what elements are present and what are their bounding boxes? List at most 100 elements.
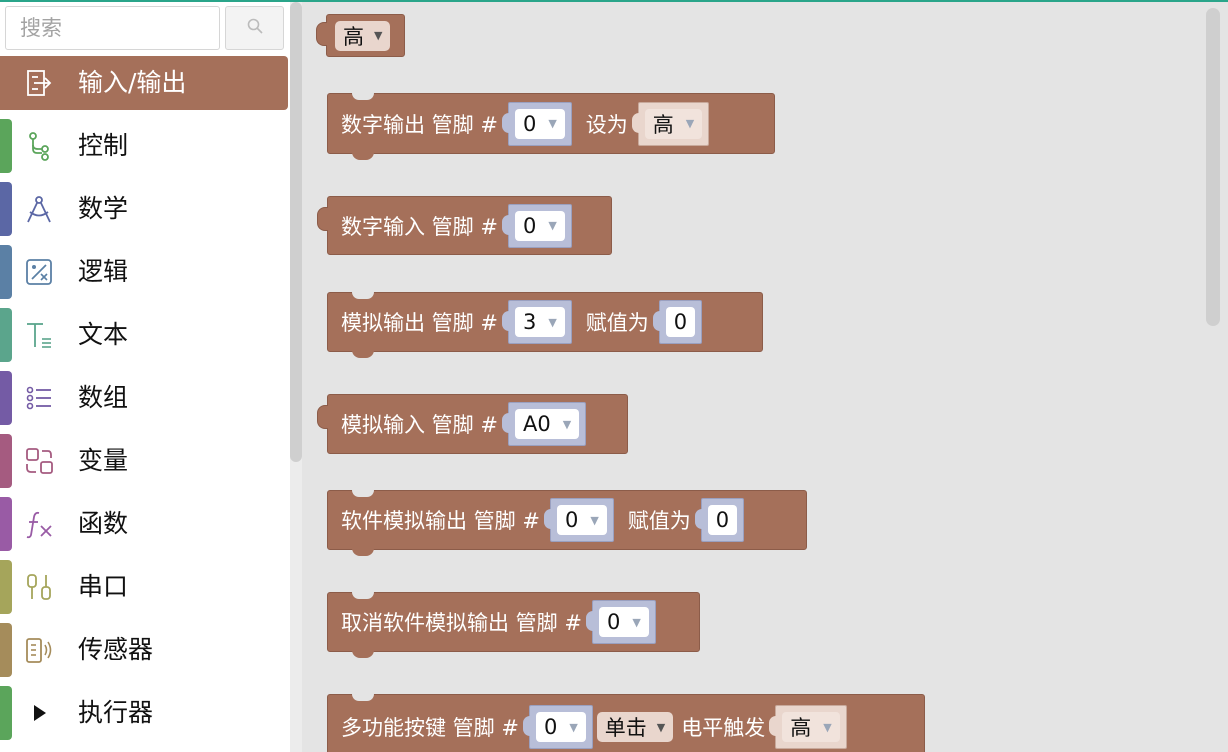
- chevron-down-icon: ▼: [548, 315, 557, 329]
- pin-dropdown[interactable]: 0 ▼: [514, 210, 565, 241]
- category-text[interactable]: 文本: [0, 308, 288, 362]
- block-text: 设为: [585, 112, 628, 137]
- chevron-down-icon: ▼: [590, 513, 599, 527]
- pin-dropdown[interactable]: 3 ▼: [514, 307, 565, 337]
- sidebar-scrollbar[interactable]: [290, 2, 302, 462]
- chevron-down-icon: ▼: [569, 720, 578, 734]
- block-next-notch: [352, 350, 374, 358]
- category-actuator[interactable]: 执行器: [0, 686, 288, 740]
- category-color-strip: [0, 434, 12, 488]
- pin-dropdown-value: 0: [543, 715, 558, 739]
- category-control[interactable]: 控制: [0, 119, 288, 173]
- pin-input-slot: A0 ▼: [501, 402, 587, 446]
- category-color-strip: [0, 560, 12, 614]
- value-number-field[interactable]: 0: [665, 307, 696, 337]
- block-output-connector: [317, 405, 328, 429]
- category-array[interactable]: 数组: [0, 371, 288, 425]
- chevron-down-icon: ▼: [823, 720, 832, 734]
- pin-input-slot: 3 ▼: [501, 300, 572, 344]
- block-digital-read[interactable]: 数字输入 管脚 # 0 ▼: [317, 196, 612, 255]
- category-color-strip: [0, 497, 12, 551]
- pin-dropdown[interactable]: 0 ▼: [556, 505, 607, 535]
- category-label: 执行器: [78, 698, 154, 727]
- category-serial[interactable]: 串口: [0, 560, 288, 614]
- pin-dropdown[interactable]: 0 ▼: [514, 108, 565, 139]
- press-mode-value: 单击: [604, 716, 647, 740]
- block-text: 数字输入 管脚 #: [341, 214, 498, 239]
- serial-port-icon: [22, 570, 56, 604]
- workspace-scrollbar[interactable]: [1206, 8, 1220, 326]
- block-prev-notch: [352, 292, 374, 299]
- category-label: 逻辑: [78, 257, 129, 286]
- value-input-slot: 0: [652, 300, 703, 344]
- compass-icon: [22, 192, 56, 226]
- level-dropdown-value: 高: [790, 716, 812, 740]
- block-text: 模拟输入 管脚 #: [341, 413, 498, 437]
- category-label: 文本: [78, 320, 129, 349]
- block-prev-notch: [352, 490, 374, 497]
- pin-input-slot: 0 ▼: [522, 705, 593, 749]
- level-dropdown[interactable]: 高 ▼: [644, 108, 703, 139]
- category-sensor[interactable]: 传感器: [0, 623, 288, 677]
- category-label: 变量: [78, 446, 129, 475]
- block-text: 电平触发: [681, 716, 766, 740]
- category-color-strip: [0, 623, 12, 677]
- logic-icon: [22, 255, 56, 289]
- category-input-output[interactable]: 输入/输出: [0, 56, 288, 110]
- pin-dropdown-value: 0: [606, 610, 621, 634]
- pin-dropdown[interactable]: 0 ▼: [535, 712, 586, 742]
- pin-input-slot: 0 ▼: [585, 600, 656, 644]
- category-logic[interactable]: 逻辑: [0, 245, 288, 299]
- block-next-notch: [352, 548, 374, 556]
- chevron-down-icon: ▼: [632, 615, 641, 629]
- block-analog-read[interactable]: 模拟输入 管脚 # A0 ▼: [317, 394, 628, 454]
- category-label: 数学: [78, 194, 129, 223]
- block-next-notch: [352, 650, 374, 658]
- block-prev-notch: [352, 93, 374, 100]
- category-variable[interactable]: 变量: [0, 434, 288, 488]
- chevron-down-icon: ▼: [656, 720, 666, 734]
- level-dropdown[interactable]: 高 ▼: [782, 712, 840, 742]
- search-button[interactable]: [225, 6, 284, 50]
- block-prev-notch: [352, 592, 374, 599]
- chevron-down-icon: ▼: [562, 417, 572, 431]
- play-icon: [22, 696, 56, 730]
- block-soft-analog-write[interactable]: 软件模拟输出 管脚 # 0 ▼ 赋值为 0: [327, 490, 807, 556]
- category-math[interactable]: 数学: [0, 182, 288, 236]
- value-number-field[interactable]: 0: [707, 505, 738, 535]
- pin-dropdown-value: 0: [522, 111, 537, 136]
- pin-input-slot: 0 ▼: [501, 101, 572, 146]
- level-input-slot: 高 ▼: [769, 705, 847, 749]
- variable-icon: [22, 444, 56, 478]
- text-icon: [22, 318, 56, 352]
- block-output-connector: [317, 207, 328, 231]
- category-function[interactable]: 函数: [0, 497, 288, 551]
- category-color-strip: [0, 182, 12, 236]
- pin-dropdown[interactable]: 0 ▼: [598, 607, 649, 637]
- block-multi-button[interactable]: 多功能按键 管脚 # 0 ▼ 单击 ▼ 电平触发 高 ▼: [327, 694, 925, 752]
- category-label: 函数: [78, 509, 129, 538]
- pin-dropdown-value: 0: [564, 508, 579, 532]
- press-mode-dropdown[interactable]: 单击 ▼: [596, 712, 674, 742]
- toolbox-sidebar: 输入/输出 控制 数学 逻辑 文本 数组: [0, 2, 302, 752]
- block-digital-write[interactable]: 数字输出 管脚 # 0 ▼ 设为 高 ▼: [327, 93, 775, 160]
- block-text: 软件模拟输出 管脚 #: [341, 509, 540, 533]
- block-cancel-soft-analog[interactable]: 取消软件模拟输出 管脚 # 0 ▼: [327, 592, 700, 658]
- block-level-value[interactable]: 高 ▼: [316, 14, 405, 57]
- search-input[interactable]: [5, 6, 220, 50]
- block-text: 赋值为: [585, 311, 649, 335]
- block-analog-write[interactable]: 模拟输出 管脚 # 3 ▼ 赋值为 0: [327, 292, 763, 358]
- search-icon: [246, 17, 264, 39]
- category-label: 数组: [78, 383, 129, 412]
- pin-input-slot: 0 ▼: [501, 203, 572, 248]
- level-dropdown[interactable]: 高 ▼: [335, 20, 391, 51]
- block-output-connector: [316, 22, 327, 46]
- chevron-down-icon: ▼: [374, 29, 383, 42]
- input-output-icon: [22, 66, 56, 100]
- category-color-strip: [0, 119, 12, 173]
- chevron-down-icon: ▼: [548, 117, 557, 130]
- function-icon: [22, 507, 56, 541]
- block-text: 取消软件模拟输出 管脚 #: [341, 611, 582, 635]
- pin-dropdown[interactable]: A0 ▼: [514, 409, 580, 439]
- level-dropdown-value: 高: [343, 24, 364, 49]
